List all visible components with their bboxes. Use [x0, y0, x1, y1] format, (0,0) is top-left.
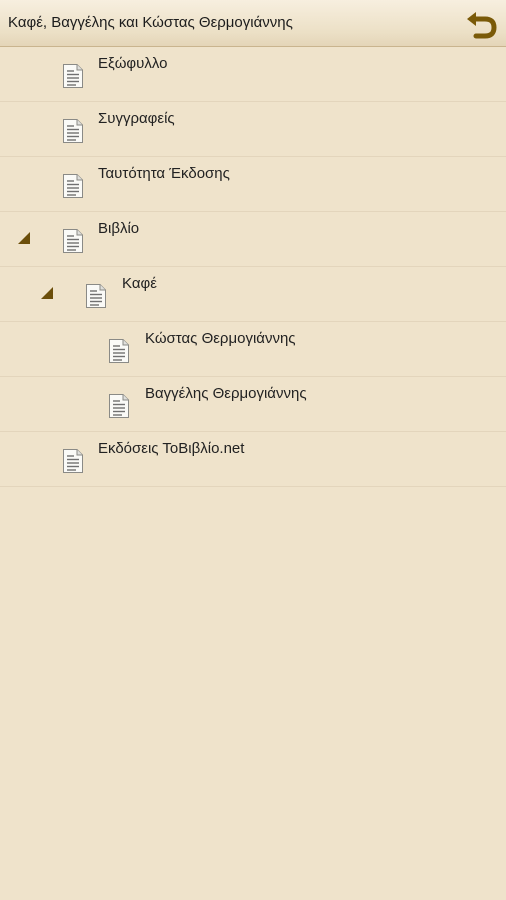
- toc-list: Εξώφυλλο Συγγραφείς Ταυτότητα Έκδοσης Βι…: [0, 47, 506, 487]
- document-icon: [63, 174, 83, 198]
- toc-item-kostas[interactable]: Κώστας Θερμογιάννης: [0, 322, 506, 377]
- page-title: Καφέ, Βαγγέλης και Κώστας Θερμογιάννης: [8, 14, 293, 31]
- toc-item-label: Συγγραφείς: [98, 110, 175, 127]
- document-icon: [109, 394, 129, 418]
- toc-item-publisher[interactable]: Εκδόσεις ΤοΒιβλίο.net: [0, 432, 506, 487]
- back-button[interactable]: [462, 4, 500, 42]
- document-icon: [63, 449, 83, 473]
- document-icon: [86, 284, 106, 308]
- toc-item-vangelis[interactable]: Βαγγέλης Θερμογιάννης: [0, 377, 506, 432]
- toc-item-label: Εκδόσεις ΤοΒιβλίο.net: [98, 440, 245, 457]
- toc-item-label: Καφέ: [122, 275, 157, 292]
- document-icon: [109, 339, 129, 363]
- toc-item-coffee[interactable]: Καφέ: [0, 267, 506, 322]
- toc-item-book[interactable]: Βιβλίο: [0, 212, 506, 267]
- document-icon: [63, 119, 83, 143]
- document-icon: [63, 64, 83, 88]
- toc-item-authors[interactable]: Συγγραφείς: [0, 102, 506, 157]
- toc-item-cover[interactable]: Εξώφυλλο: [0, 47, 506, 102]
- back-arrow-icon: [467, 12, 497, 39]
- title-bar: Καφέ, Βαγγέλης και Κώστας Θερμογιάννης: [0, 0, 506, 47]
- toc-item-label: Εξώφυλλο: [98, 55, 168, 72]
- toc-item-label: Ταυτότητα Έκδοσης: [98, 165, 230, 182]
- toc-item-label: Κώστας Θερμογιάννης: [145, 330, 296, 347]
- expanded-triangle-icon[interactable]: [41, 287, 53, 299]
- toc-item-edition-identity[interactable]: Ταυτότητα Έκδοσης: [0, 157, 506, 212]
- toc-item-label: Βιβλίο: [98, 220, 140, 237]
- toc-item-label: Βαγγέλης Θερμογιάννης: [145, 385, 307, 402]
- document-icon: [63, 229, 83, 253]
- expanded-triangle-icon[interactable]: [18, 232, 30, 244]
